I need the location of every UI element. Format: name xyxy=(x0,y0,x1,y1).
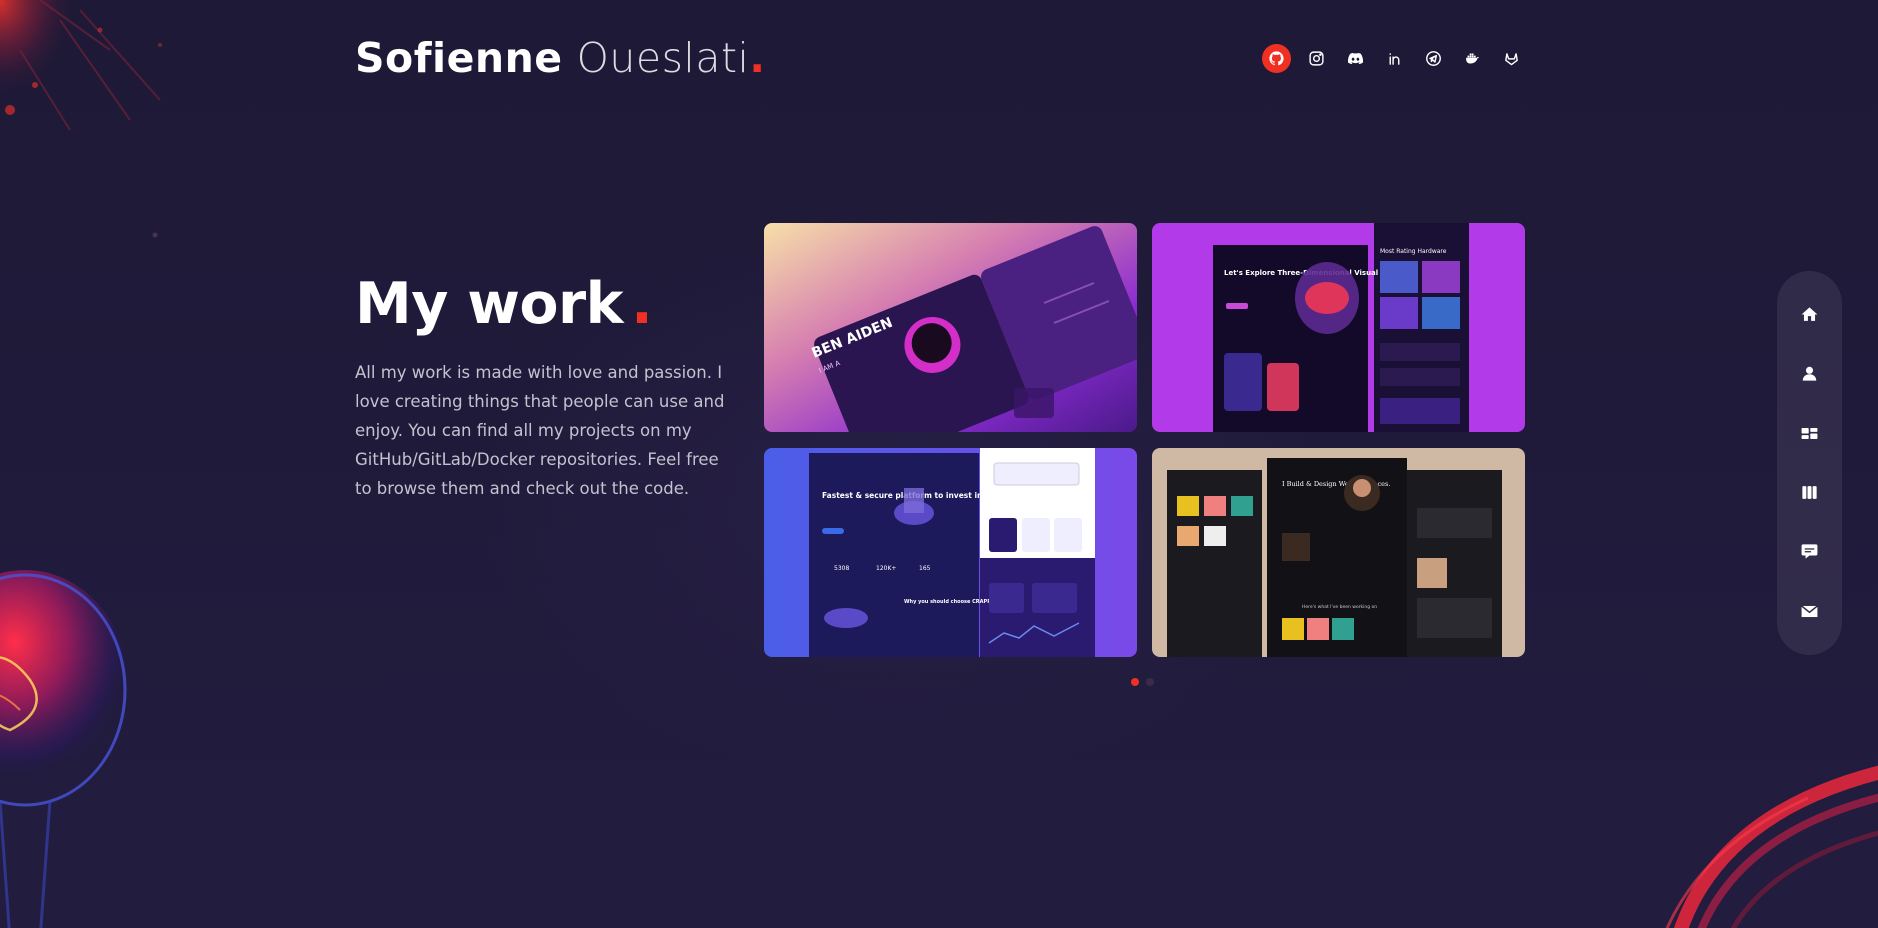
paint-splash-decoration xyxy=(0,0,162,238)
project-card-1[interactable]: BEN AIDEN I AM A xyxy=(764,223,1137,432)
services-icon xyxy=(1801,427,1818,439)
about-icon xyxy=(1802,367,1817,382)
gitlab-link[interactable] xyxy=(1497,44,1525,72)
project-card-2[interactable]: Let's Explore Three-Dimensional Visual M… xyxy=(1152,223,1525,432)
work-description: All my work is made with love and passio… xyxy=(355,363,725,498)
project-card-3[interactable]: Fastest & secure platform to invest in c… xyxy=(764,448,1137,657)
work-icon xyxy=(1802,486,1817,499)
testimonials-icon xyxy=(1801,544,1818,560)
project-3-thumbnail: Fastest & secure platform to invest in c… xyxy=(764,448,1137,657)
title-dot: . xyxy=(631,271,653,337)
nav-testimonials[interactable] xyxy=(1790,532,1830,572)
social-links xyxy=(1262,43,1525,73)
linkedin-link[interactable] xyxy=(1380,44,1408,72)
instagram-icon xyxy=(1308,50,1324,66)
project-3-stat-2: 120K+ xyxy=(876,565,896,572)
docker-icon xyxy=(1465,53,1479,63)
contact-icon xyxy=(1801,605,1818,617)
nav-about[interactable] xyxy=(1790,354,1830,394)
swirl-decoration xyxy=(1665,765,1878,928)
discord-icon xyxy=(1347,52,1363,64)
project-grid: BEN AIDEN I AM A Let's Explore Three-Dim… xyxy=(764,223,1525,657)
pagination-dot-1[interactable] xyxy=(1131,678,1139,686)
github-icon xyxy=(1269,50,1284,65)
docker-link[interactable] xyxy=(1458,44,1486,72)
nav-work[interactable] xyxy=(1790,473,1830,513)
project-card-4[interactable]: I Build & Design Web Interfaces. Here's … xyxy=(1152,448,1525,657)
linkedin-icon xyxy=(1389,52,1399,65)
project-2-heading: Let's Explore Three-Dimensional Visual xyxy=(1224,269,1378,277)
logo-last-name: Oueslati xyxy=(576,34,750,82)
gitlab-icon xyxy=(1504,52,1518,65)
project-2-thumbnail: Let's Explore Three-Dimensional Visual M… xyxy=(1152,223,1525,432)
page-title-text: My work xyxy=(355,271,624,337)
project-3-stat-1: 5308 xyxy=(834,565,849,572)
header: Sofienne Oueslati . xyxy=(355,30,1525,86)
page-title: My work. xyxy=(355,268,725,340)
nav-services[interactable] xyxy=(1790,413,1830,453)
logo[interactable]: Sofienne Oueslati . xyxy=(355,34,766,82)
telegram-link[interactable] xyxy=(1419,44,1447,72)
discord-link[interactable] xyxy=(1341,44,1369,72)
nav-home[interactable] xyxy=(1790,295,1830,335)
pagination-dot-2[interactable] xyxy=(1146,678,1154,686)
project-3-stat-3: 165 xyxy=(919,565,931,572)
project-4-sub: Here's what I've been working on xyxy=(1302,604,1377,610)
logo-dot: . xyxy=(749,34,766,82)
logo-first-name: Sofienne xyxy=(355,34,563,82)
github-link[interactable] xyxy=(1262,43,1291,73)
side-navigation xyxy=(1777,271,1842,655)
lightbulb-decoration xyxy=(0,570,130,928)
project-2-sub: Most Rating Hardware xyxy=(1380,248,1447,255)
pagination xyxy=(1131,678,1154,686)
project-4-thumbnail: I Build & Design Web Interfaces. Here's … xyxy=(1152,448,1525,657)
work-intro: My work. All my work is made with love a… xyxy=(355,268,725,503)
nav-contact[interactable] xyxy=(1790,591,1830,631)
home-icon xyxy=(1801,307,1818,321)
telegram-icon xyxy=(1425,50,1441,66)
project-1-thumbnail: BEN AIDEN I AM A xyxy=(764,223,1137,432)
instagram-link[interactable] xyxy=(1302,44,1330,72)
project-3-sub: Why you should choose CRAPPO xyxy=(904,599,995,605)
